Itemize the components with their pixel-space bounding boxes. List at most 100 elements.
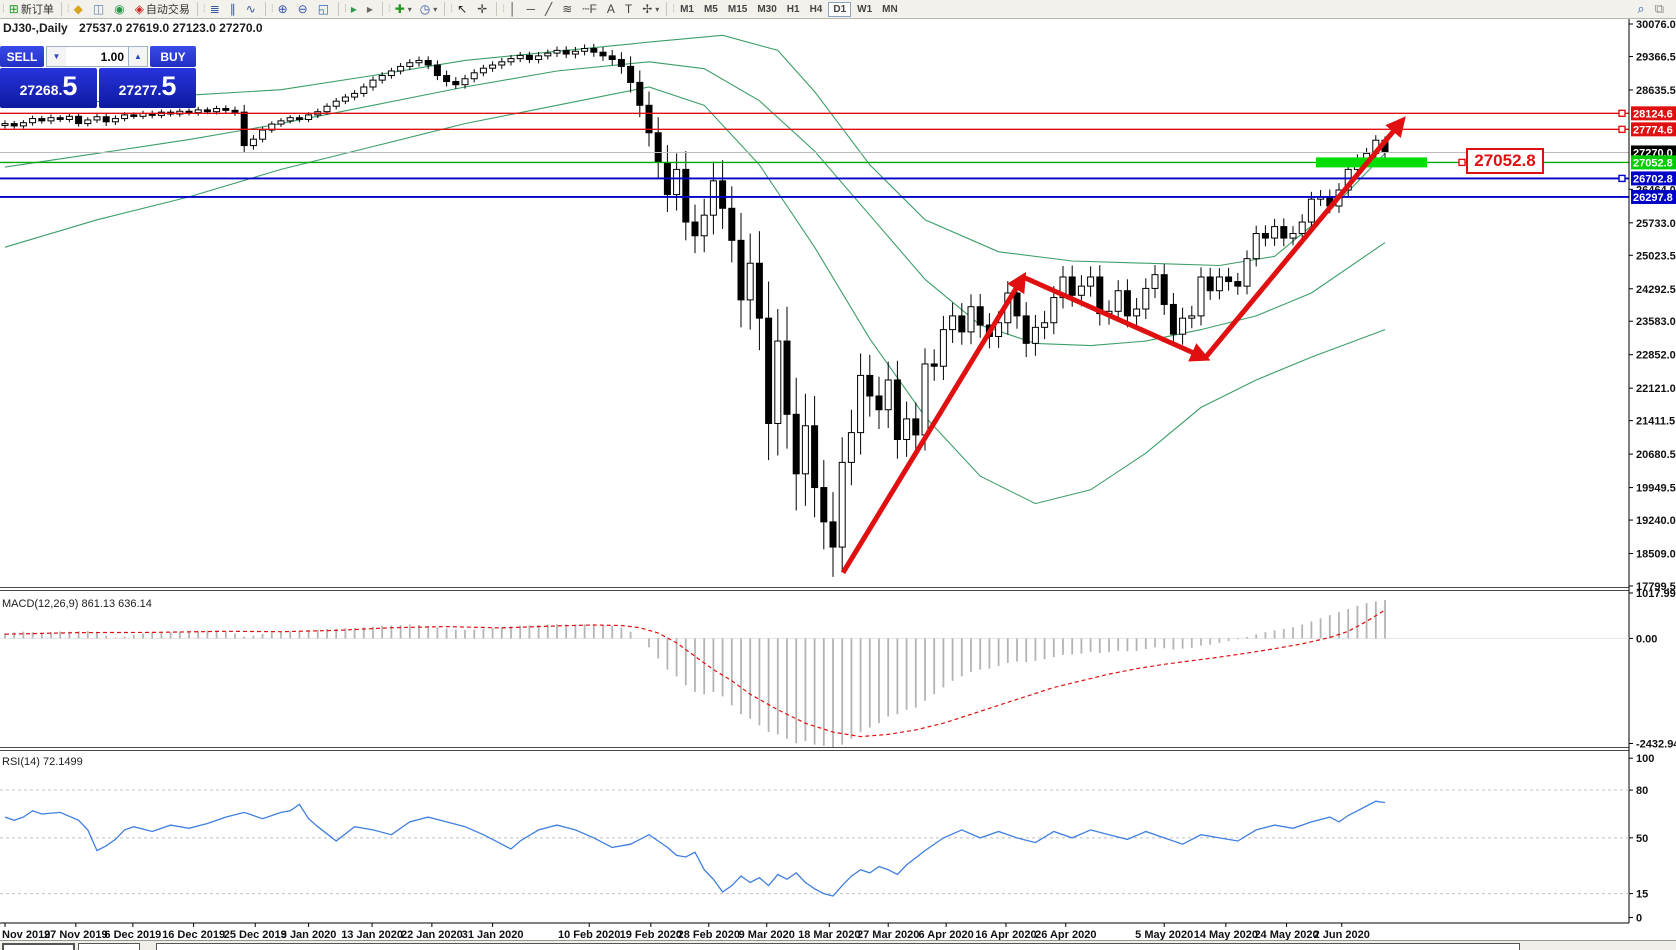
- text-label-icon: T: [625, 1, 632, 17]
- new-order-icon: ⊞: [9, 1, 19, 17]
- svg-text:100: 100: [1636, 753, 1654, 765]
- timeframe-d1[interactable]: D1: [828, 2, 851, 17]
- svg-text:21411.5: 21411.5: [1636, 416, 1675, 428]
- shapes-tool[interactable]: ✢▾: [639, 1, 662, 17]
- shapes-icon: ✢: [642, 1, 652, 17]
- date-axis[interactable]: Nov 201927 Nov 20196 Dec 201916 Dec 2019…: [2, 923, 1370, 941]
- chart-tab-2[interactable]: [78, 943, 140, 950]
- text-label-tool[interactable]: T: [622, 1, 637, 17]
- auto-scroll-icon[interactable]: ▸: [348, 1, 362, 17]
- timeframe-mn[interactable]: MN: [878, 2, 902, 17]
- svg-text:19949.5: 19949.5: [1636, 483, 1676, 495]
- volume-input[interactable]: [66, 46, 128, 67]
- svg-text:0: 0: [1636, 913, 1642, 925]
- sell-price-pip: 5: [62, 68, 77, 104]
- fibonacci-tool[interactable]: ┄F: [579, 1, 602, 17]
- svg-text:27774.6: 27774.6: [1633, 124, 1673, 136]
- navigator-icon-icon: ◆: [74, 1, 83, 17]
- macd-label: MACD(12,26,9) 861.13 636.14: [2, 598, 152, 610]
- svg-text:20680.5: 20680.5: [1636, 449, 1676, 461]
- periods-button[interactable]: ◷▾: [417, 1, 441, 17]
- line-handle[interactable]: [1619, 110, 1625, 116]
- vertical-line-icon: │: [509, 1, 517, 17]
- new-order-button[interactable]: ⊞新订单: [6, 1, 57, 17]
- svg-text:1017.99: 1017.99: [1636, 588, 1676, 600]
- cursor-icon: ↖: [457, 1, 467, 17]
- market-watch-icon[interactable]: ◫: [90, 1, 109, 17]
- svg-text:23583.0: 23583.0: [1636, 316, 1676, 328]
- sell-price-display[interactable]: 27268.5: [0, 68, 97, 108]
- volume-increase-button[interactable]: ▲: [128, 46, 148, 67]
- zoom-out-icon[interactable]: ⊖: [295, 1, 313, 17]
- line-chart-icon[interactable]: ∿: [243, 1, 261, 17]
- svg-text:-2432.94: -2432.94: [1636, 739, 1676, 751]
- chart-shift-icon-icon: ▸: [367, 1, 373, 17]
- horizontal-line-tool[interactable]: ─: [523, 1, 540, 17]
- timeframe-h4[interactable]: H4: [806, 2, 827, 17]
- timeframe-w1[interactable]: W1: [853, 2, 876, 17]
- timeframe-m30[interactable]: M30: [753, 2, 780, 17]
- chart-tabs-bar: [0, 940, 1676, 950]
- timeframe-m15[interactable]: M15: [724, 2, 751, 17]
- bar-chart-icon-icon: ≣: [210, 1, 220, 17]
- timeframe-m1[interactable]: M1: [676, 2, 698, 17]
- chart-shift-icon[interactable]: ▸: [364, 1, 378, 17]
- line-handle[interactable]: [1619, 126, 1625, 132]
- trendline-icon: ╱: [545, 1, 552, 17]
- chart-canvas[interactable]: 30076.029366.528635.526464.025733.025023…: [0, 0, 1676, 950]
- symbol-period-label: DJ30-,Daily: [3, 21, 68, 35]
- zoom-in-icon[interactable]: ⊕: [275, 1, 293, 17]
- sell-button[interactable]: SELL: [0, 46, 44, 67]
- svg-text:22121.0: 22121.0: [1636, 383, 1676, 395]
- bar-chart-icon[interactable]: ≣: [207, 1, 225, 17]
- main-toolbar: ⁞⊞新订单⁞◆◫◉◈自动交易⁞≣∥∿⁞⊕⊖◱⁞▸▸⁞✚▾◷▾⁞↖✛⁞│─╱≋┄F…: [0, 0, 1676, 19]
- vertical-line-tool[interactable]: │: [506, 1, 522, 17]
- autotrade-button[interactable]: ◈自动交易: [132, 1, 193, 17]
- tile-windows-icon[interactable]: ◱: [315, 1, 334, 17]
- auto-scroll-icon-icon: ▸: [351, 1, 357, 17]
- text-tool[interactable]: A: [604, 1, 620, 17]
- svg-text:19240.0: 19240.0: [1636, 515, 1676, 527]
- add-indicator-button[interactable]: ✚▾: [392, 1, 415, 17]
- svg-text:25733.0: 25733.0: [1636, 218, 1676, 230]
- price-callout[interactable]: 27052.8: [1466, 148, 1544, 174]
- candlestick-chart-icon-icon: ∥: [230, 1, 236, 17]
- svg-text:22852.0: 22852.0: [1636, 350, 1676, 362]
- svg-text:0.00: 0.00: [1636, 633, 1657, 645]
- cursor-tool[interactable]: ↖: [454, 1, 472, 17]
- search-icon: ⌕: [1637, 1, 1644, 17]
- svg-text:15: 15: [1636, 889, 1648, 901]
- chat-icon[interactable]: ⧉: [1652, 1, 1669, 17]
- channel-tool[interactable]: ≋: [559, 1, 577, 17]
- search-icon[interactable]: ⌕: [1634, 1, 1649, 17]
- svg-text:30076.0: 30076.0: [1636, 19, 1676, 31]
- buy-price-display[interactable]: 27277.5: [99, 68, 196, 108]
- svg-text:24292.5: 24292.5: [1636, 284, 1676, 296]
- svg-text:25023.5: 25023.5: [1636, 250, 1676, 262]
- timeframe-h1[interactable]: H1: [783, 2, 804, 17]
- line-handle[interactable]: [1459, 159, 1465, 165]
- line-chart-icon-icon: ∿: [246, 1, 256, 17]
- buy-button[interactable]: BUY: [150, 46, 196, 67]
- volume-decrease-button[interactable]: ▼: [46, 46, 66, 67]
- new-order-button-label: 新订单: [21, 1, 54, 17]
- chevron-down-icon: ▾: [433, 5, 437, 14]
- chat-icon: ⧉: [1655, 1, 1664, 17]
- candlestick-chart-icon[interactable]: ∥: [227, 1, 241, 17]
- line-handle[interactable]: [1619, 175, 1625, 181]
- svg-text:80: 80: [1636, 785, 1648, 797]
- svg-text:28124.6: 28124.6: [1633, 108, 1673, 120]
- signal-icon[interactable]: ◉: [111, 1, 129, 17]
- navigator-icon[interactable]: ◆: [71, 1, 88, 17]
- crosshair-tool[interactable]: ✛: [474, 1, 492, 17]
- fibonacci-icon: ┄F: [582, 1, 597, 17]
- chart-tab-active[interactable]: [2, 943, 75, 950]
- crosshair-icon: ✛: [477, 1, 487, 17]
- add-indicator-icon: ✚: [395, 1, 405, 17]
- trendline-tool[interactable]: ╱: [542, 1, 557, 17]
- svg-text:26702.8: 26702.8: [1633, 173, 1673, 185]
- horizontal-line-icon: ─: [526, 1, 535, 17]
- autotrade-icon: ◈: [135, 1, 144, 17]
- chart-tab-3[interactable]: [156, 943, 1520, 950]
- timeframe-m5[interactable]: M5: [700, 2, 722, 17]
